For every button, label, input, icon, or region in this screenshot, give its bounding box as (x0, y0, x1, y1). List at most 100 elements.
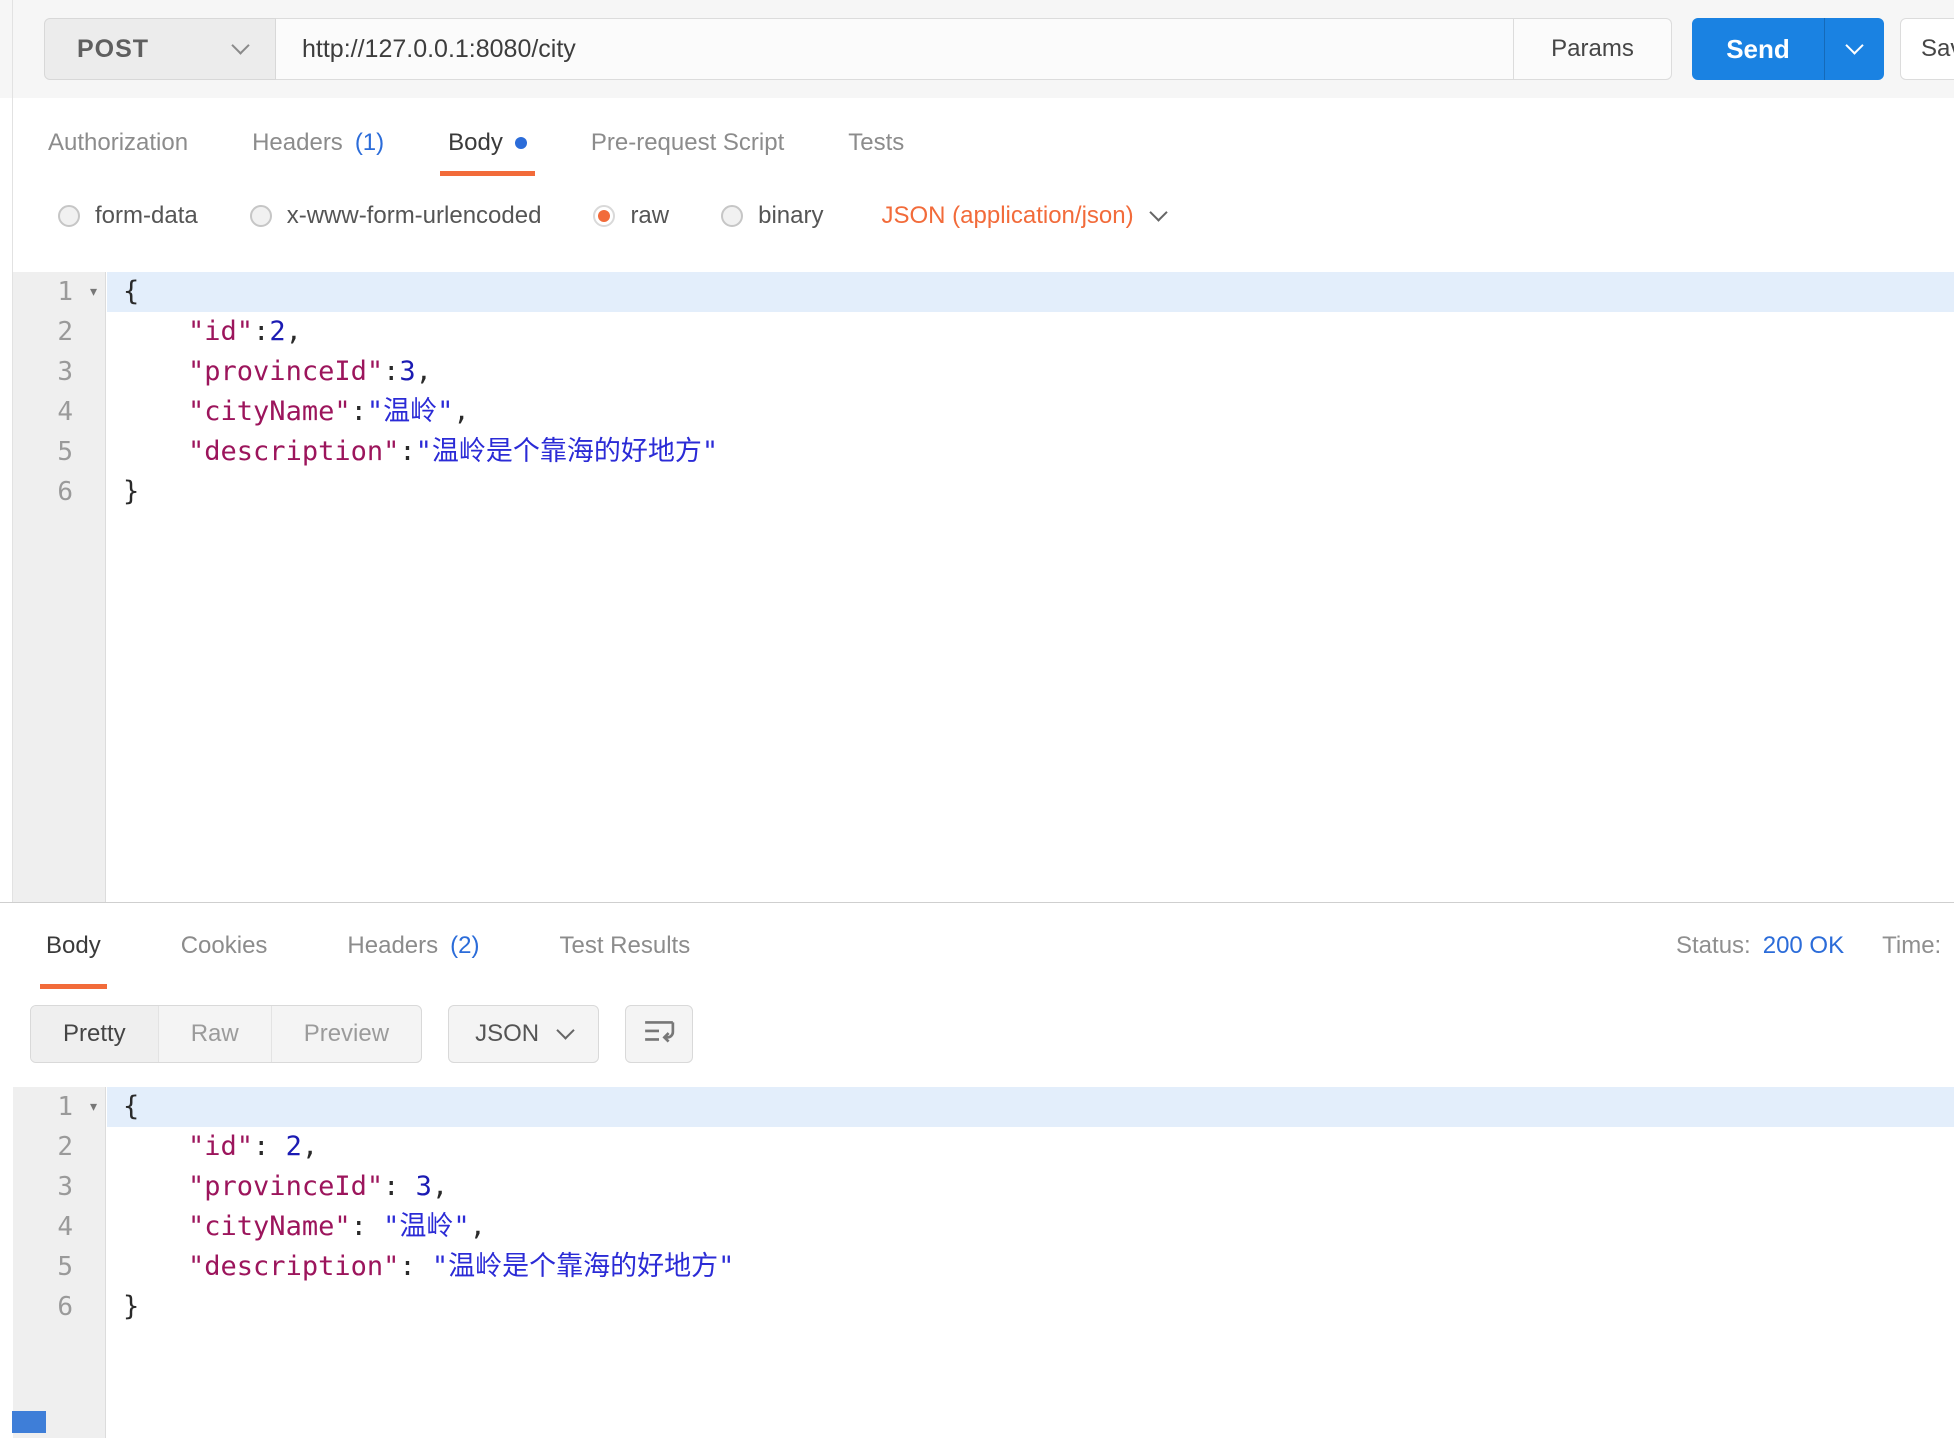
send-options-button[interactable] (1824, 18, 1884, 80)
response-tab-body[interactable]: Body (46, 903, 101, 989)
line-number: 4 (13, 1207, 105, 1247)
code-line[interactable]: "provinceId":3, (107, 352, 1954, 392)
body-type-selector: form-data x-www-form-urlencoded raw bina… (0, 194, 1954, 238)
code-token: : (399, 1251, 432, 1282)
request-tabs: Authorization Headers (1) Body Pre-reque… (0, 110, 1954, 176)
code-line[interactable]: "description": "温岭是个靠海的好地方" (107, 1247, 1954, 1287)
wrap-lines-button[interactable] (625, 1005, 693, 1063)
code-token: 3 (399, 356, 415, 387)
params-button[interactable]: Params (1514, 18, 1672, 80)
code-token: "温岭" (367, 396, 454, 427)
code-line[interactable]: "id": 2, (107, 1127, 1954, 1167)
url-input[interactable]: http://127.0.0.1:8080/city (276, 18, 1514, 80)
tab-authorization[interactable]: Authorization (48, 110, 188, 176)
code-token: { (123, 1091, 139, 1122)
code-line[interactable]: "cityName":"温岭", (107, 392, 1954, 432)
tab-headers[interactable]: Headers (1) (252, 110, 384, 176)
response-editor-content[interactable]: { "id": 2, "provinceId": 3, "cityName": … (107, 1087, 1954, 1438)
code-token: , (432, 1171, 448, 1202)
tab-body[interactable]: Body (448, 110, 527, 176)
tab-label: Headers (347, 932, 438, 960)
wrap-lines-icon (643, 1018, 675, 1051)
status-value: 200 OK (1763, 932, 1844, 960)
code-token: , (416, 356, 432, 387)
tab-tests[interactable]: Tests (848, 110, 904, 176)
body-mode-raw[interactable]: raw (593, 202, 669, 230)
status-label: Status: (1676, 932, 1751, 960)
headers-count-badge: (1) (355, 129, 384, 157)
mode-label: x-www-form-urlencoded (287, 202, 542, 230)
line-number: 1▾ (13, 272, 105, 312)
request-body-editor[interactable]: 1▾23456 { "id":2, "provinceId":3, "cityN… (0, 272, 1954, 902)
save-button[interactable]: Save (1900, 18, 1954, 80)
tab-label: Cookies (181, 932, 268, 960)
code-token (123, 1131, 188, 1162)
response-tabs: Body Cookies Headers (2) Test Results St… (0, 903, 1954, 989)
code-token: "温岭" (383, 1211, 470, 1242)
code-token: { (123, 276, 139, 307)
code-line[interactable]: "description":"温岭是个靠海的好地方" (107, 432, 1954, 472)
code-token: "description" (188, 1251, 399, 1282)
code-line[interactable]: { (107, 272, 1954, 312)
response-body-editor[interactable]: 1▾23456 { "id": 2, "provinceId": 3, "cit… (0, 1087, 1954, 1438)
request-editor-gutter: 1▾23456 (13, 272, 106, 902)
content-type-dropdown[interactable]: JSON (application/json) (881, 202, 1164, 230)
view-mode-pretty[interactable]: Pretty (31, 1006, 159, 1062)
send-button-label[interactable]: Send (1692, 18, 1824, 80)
mode-label: form-data (95, 202, 198, 230)
code-token: , (453, 396, 469, 427)
code-token: "description" (188, 436, 399, 467)
method-dropdown[interactable]: POST (44, 18, 276, 80)
body-mode-urlencoded[interactable]: x-www-form-urlencoded (250, 202, 542, 230)
code-token (123, 1251, 188, 1282)
method-label: POST (77, 35, 149, 64)
code-token (123, 356, 188, 387)
response-tab-cookies[interactable]: Cookies (181, 903, 268, 989)
code-token: : (253, 316, 269, 347)
radio-icon (58, 205, 80, 227)
tab-label: Body (46, 932, 101, 960)
chevron-down-icon (231, 36, 249, 54)
line-number: 5 (13, 432, 105, 472)
language-label: JSON (475, 1020, 539, 1048)
code-token: : (399, 436, 415, 467)
response-tab-test-results[interactable]: Test Results (559, 903, 690, 989)
body-present-dot-icon (515, 137, 527, 149)
code-token: , (470, 1211, 486, 1242)
code-line[interactable]: } (107, 472, 1954, 512)
code-token (123, 1211, 188, 1242)
fold-arrow-icon[interactable]: ▾ (88, 272, 99, 312)
tab-pre-request-script[interactable]: Pre-request Script (591, 110, 784, 176)
request-editor-content[interactable]: { "id":2, "provinceId":3, "cityName":"温岭… (107, 272, 1954, 902)
code-line[interactable]: { (107, 1087, 1954, 1127)
tab-label: Body (448, 129, 503, 157)
body-mode-form-data[interactable]: form-data (58, 202, 198, 230)
code-token: , (286, 316, 302, 347)
response-headers-count-badge: (2) (450, 932, 479, 960)
code-token: } (123, 476, 139, 507)
code-token: "温岭是个靠海的好地方" (416, 436, 719, 467)
fold-arrow-icon[interactable]: ▾ (88, 1087, 99, 1127)
view-mode-raw[interactable]: Raw (159, 1006, 272, 1062)
chevron-down-icon (556, 1021, 574, 1039)
code-token: 2 (286, 1131, 302, 1162)
body-mode-binary[interactable]: binary (721, 202, 823, 230)
response-tab-headers[interactable]: Headers (2) (347, 903, 479, 989)
radio-icon (721, 205, 743, 227)
send-button[interactable]: Send (1692, 18, 1884, 80)
tab-label: Pre-request Script (591, 129, 784, 157)
code-token: : (253, 1131, 286, 1162)
tab-label: Tests (848, 129, 904, 157)
line-number: 3 (13, 1167, 105, 1207)
view-mode-preview[interactable]: Preview (272, 1006, 421, 1062)
view-mode-group: Pretty Raw Preview (30, 1005, 422, 1063)
code-token: } (123, 1291, 139, 1322)
code-line[interactable]: "cityName": "温岭", (107, 1207, 1954, 1247)
code-line[interactable]: "provinceId": 3, (107, 1167, 1954, 1207)
response-language-dropdown[interactable]: JSON (448, 1005, 599, 1063)
chevron-down-icon (1149, 203, 1167, 221)
request-bar: POST http://127.0.0.1:8080/city Params S… (0, 0, 1954, 98)
code-line[interactable]: } (107, 1287, 1954, 1327)
code-line[interactable]: "id":2, (107, 312, 1954, 352)
line-number: 6 (13, 1287, 105, 1327)
